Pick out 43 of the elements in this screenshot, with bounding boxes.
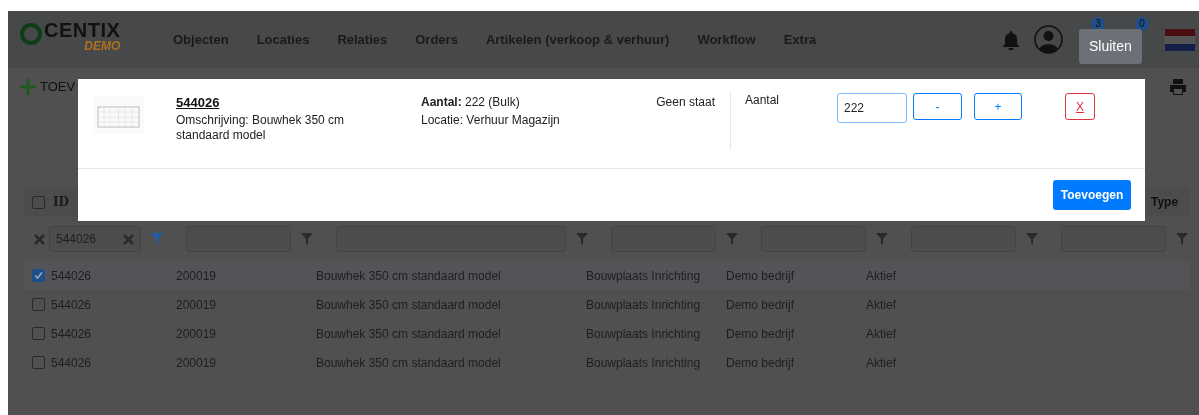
amount-input[interactable]: 222 [837, 93, 907, 123]
checkbox[interactable] [32, 298, 45, 311]
clear-icon[interactable] [34, 233, 45, 245]
count-badge: 3 [1091, 16, 1105, 31]
checkbox[interactable] [32, 356, 45, 369]
table-cell-text: Bouwhek 350 cm standaard model [316, 267, 502, 285]
add-button[interactable]: TOEV [20, 77, 76, 97]
table-cell-text: 200019 [176, 267, 218, 285]
count-badge: 0 [1135, 16, 1149, 31]
quantity-text: Aantal: 222 (Bulk) [421, 94, 521, 111]
filter-icon[interactable] [151, 233, 163, 245]
logo: CENTIX DEMO [20, 19, 145, 60]
checkbox[interactable] [32, 269, 45, 282]
decrease-button[interactable]: - [913, 93, 962, 120]
bell-icon[interactable] [1002, 29, 1020, 50]
filter-icon[interactable] [576, 233, 588, 245]
printer-icon[interactable] [1169, 78, 1187, 96]
filter-icon[interactable] [1176, 233, 1188, 245]
remove-button[interactable]: X [1065, 93, 1095, 120]
location-text: Locatie: Verhuur Magazijn [421, 112, 561, 129]
item-description: Omschrijving: Bouwhek 350 cm standaard model [176, 112, 346, 143]
filter-icon[interactable] [726, 233, 738, 245]
table-cell-text: Demo bedrijf [726, 267, 796, 285]
filter-icon[interactable] [876, 233, 888, 245]
table-cell-text: 544026 [51, 267, 93, 285]
column-header: Type [1151, 194, 1180, 211]
table-cell-text: Bouwplaats Inrichting [586, 267, 702, 285]
amount-label: Aantal [745, 93, 780, 107]
checkbox[interactable] [32, 195, 45, 209]
filter-icon[interactable] [301, 233, 313, 245]
table-row[interactable]: 544026 200019 Bouwhek 350 cm standaard model Bouwplaats Inrichting Demo bedrijf Aktief [24, 261, 1189, 290]
tooltip: Sluiten [1079, 29, 1142, 64]
item-code-link[interactable]: 544026 [176, 93, 396, 113]
checkbox[interactable] [32, 327, 45, 340]
submit-button[interactable]: Toevoegen [1053, 180, 1131, 210]
increase-button[interactable]: + [974, 93, 1022, 120]
clear-icon[interactable] [123, 233, 134, 245]
table-cell-text: Aktief [866, 267, 897, 285]
filter-icon[interactable] [1026, 233, 1038, 245]
plus-icon [20, 79, 36, 95]
state-text: Geen staat [656, 95, 715, 109]
flag-icon[interactable] [1165, 28, 1195, 51]
avatar-icon[interactable] [1034, 25, 1063, 54]
